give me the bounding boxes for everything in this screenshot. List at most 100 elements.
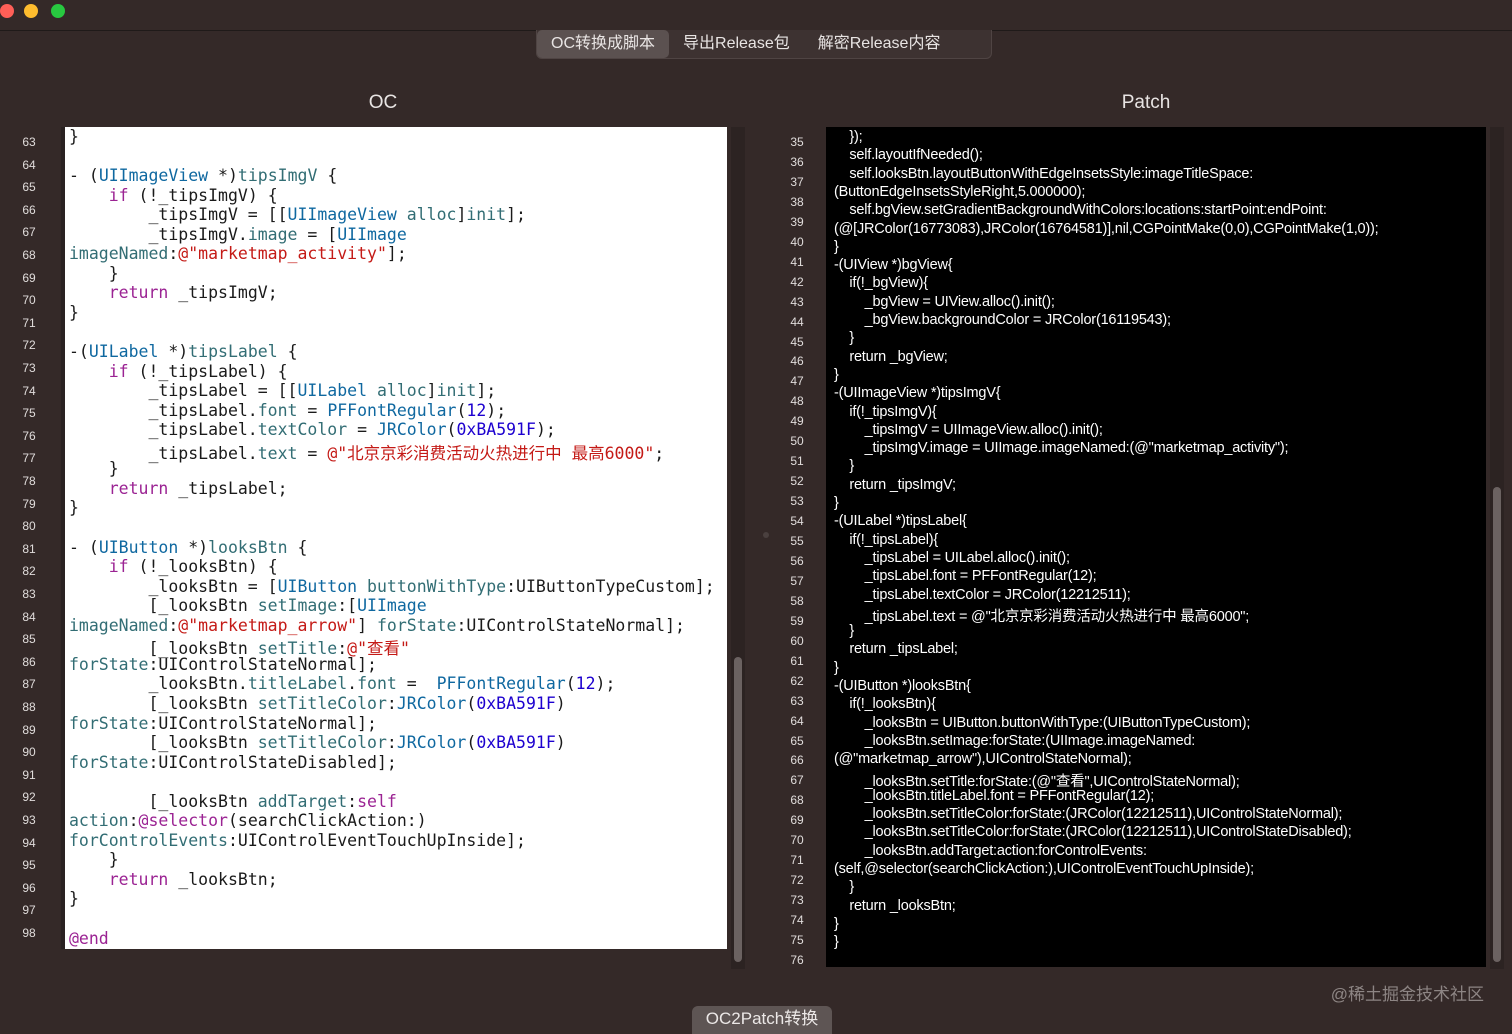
line-number: 96	[22, 880, 36, 895]
code-line: (@"marketmap_arrow"),UIControlStateNorma…	[834, 751, 1132, 768]
code-line: - (UIButton *)looksBtn {	[69, 537, 308, 557]
line-number: 52	[790, 474, 804, 489]
line-number: 89	[22, 722, 36, 737]
line-number: 80	[22, 519, 36, 534]
patch-code-editor[interactable]: }); self.layoutIfNeeded(); self.looksBtn…	[826, 127, 1486, 967]
code-line: self.looksBtn.layoutButtonWithEdgeInsets…	[834, 165, 1254, 182]
line-number: 71	[22, 315, 36, 330]
line-number: 94	[22, 835, 36, 850]
code-line: _tipsImgV.image = UIImage.imageNamed:(@"…	[834, 440, 1289, 457]
code-line: }	[69, 498, 79, 518]
close-window-button[interactable]	[0, 4, 14, 18]
tab-decrypt-release[interactable]: 解密Release内容	[804, 30, 955, 58]
code-line: }	[834, 915, 839, 932]
code-line: _bgView.backgroundColor = JRColor(161195…	[834, 312, 1171, 328]
code-line: self.bgView.setGradientBackgroundWithCol…	[834, 202, 1327, 219]
line-number: 70	[790, 833, 804, 848]
line-number: 54	[790, 514, 804, 529]
oc-scrollbar-thumb[interactable]	[734, 657, 742, 962]
code-line: return _looksBtn;	[108, 869, 278, 889]
line-number: 95	[22, 858, 36, 873]
patch-scrollbar[interactable]	[1490, 127, 1504, 969]
line-number: 71	[790, 853, 804, 868]
line-number: 39	[790, 214, 804, 229]
code-line: if(!_looksBtn){	[834, 696, 936, 713]
code-line: (@[JRColor(16773083),JRColor(16764581)],…	[834, 220, 1379, 237]
line-number: 62	[790, 673, 804, 688]
code-line: [_looksBtn setTitleColor:JRColor(0xBA591…	[69, 693, 566, 713]
line-number: 66	[22, 202, 36, 217]
line-number: 84	[22, 609, 36, 624]
line-number: 42	[790, 274, 804, 289]
line-number: 76	[790, 952, 804, 967]
line-number: 92	[22, 790, 36, 805]
patch-panel-title: Patch	[1121, 92, 1171, 113]
line-number: 63	[22, 135, 36, 149]
line-number: 72	[790, 873, 804, 888]
code-line: action:@selector(searchClickAction:)	[69, 811, 427, 831]
line-number: 37	[790, 174, 804, 189]
zoom-window-button[interactable]	[51, 4, 65, 18]
oc-code-editor[interactable]: } - (UIImageView *)tipsImgV { if (!_tipsI…	[61, 127, 727, 949]
split-view-divider-handle[interactable]	[763, 532, 769, 538]
code-line: }	[69, 302, 79, 322]
oc-scrollbar[interactable]	[731, 127, 745, 969]
code-line: _looksBtn.setImage:forState:(UIImage.ima…	[834, 732, 1196, 749]
line-number: 91	[22, 767, 36, 782]
line-number: 66	[790, 753, 804, 768]
code-line: -(UIView *)bgView{	[834, 257, 953, 274]
code-line: _tipsImgV = UIImageView.alloc().init();	[834, 421, 1103, 438]
code-line: _tipsImgV = [[UIImageView alloc]init];	[69, 205, 526, 225]
code-line: _tipsLabel = UILabel.alloc().init();	[834, 549, 1070, 566]
code-line: [_looksBtn setImage:[UIImage	[69, 596, 427, 616]
code-line: }	[834, 934, 839, 951]
code-line: }	[834, 238, 839, 255]
code-line: return _bgView;	[834, 348, 948, 365]
line-number: 64	[790, 713, 804, 728]
line-number: 74	[790, 913, 804, 928]
line-number: 83	[22, 587, 36, 601]
code-line: }	[69, 127, 79, 146]
line-number: 90	[22, 745, 36, 760]
line-number: 81	[22, 541, 36, 556]
code-line: _tipsLabel.text = @"北京京彩消费活动火热进行中 最高6000…	[834, 608, 1250, 625]
mode-segmented-control: OC转换成脚本 导出Release包 解密Release内容	[536, 30, 992, 59]
line-number: 77	[22, 451, 36, 466]
line-number: 76	[22, 428, 36, 443]
code-line: _tipsLabel.textColor = JRColor(0xBA591F)…	[69, 420, 556, 440]
line-number: 67	[22, 225, 36, 240]
line-number: 47	[790, 374, 804, 389]
code-line: -(UILabel *)tipsLabel{	[834, 513, 967, 530]
line-number: 43	[790, 294, 804, 309]
code-line: return _tipsLabel;	[834, 641, 958, 658]
line-number: 86	[22, 654, 36, 669]
line-number: 49	[790, 414, 804, 429]
line-number: 61	[790, 653, 804, 668]
code-line: (ButtonEdgeInsetsStyleRight,5.000000);	[834, 183, 1086, 200]
line-number: 68	[790, 793, 804, 808]
line-number: 73	[22, 361, 36, 375]
patch-scrollbar-thumb[interactable]	[1493, 487, 1501, 962]
line-number: 51	[790, 454, 804, 469]
line-number: 35	[790, 135, 804, 149]
line-number: 36	[790, 154, 804, 169]
code-line: }	[834, 623, 854, 640]
line-number: 65	[22, 180, 36, 195]
code-line: }	[834, 879, 854, 896]
code-line: (self,@selector(searchClickAction:),UICo…	[834, 861, 1254, 877]
code-line: _looksBtn.titleLabel.font = PFFontRegula…	[69, 674, 616, 694]
line-number: 75	[22, 406, 36, 421]
tab-export-release[interactable]: 导出Release包	[669, 30, 804, 58]
line-number: 75	[790, 933, 804, 947]
tab-oc-to-script[interactable]: OC转换成脚本	[537, 30, 670, 58]
code-line: _tipsLabel.textColor = JRColor(12212511)…	[834, 586, 1131, 603]
line-number: 56	[790, 553, 804, 568]
code-line: -(UILabel *)tipsLabel {	[69, 342, 298, 362]
line-number: 58	[790, 593, 804, 608]
line-number: 70	[22, 293, 36, 308]
minimize-window-button[interactable]	[24, 4, 38, 18]
line-number: 72	[22, 338, 36, 353]
code-line: forState:UIControlStateNormal];	[69, 654, 377, 674]
code-line: }	[69, 889, 79, 909]
line-number: 44	[790, 314, 804, 329]
